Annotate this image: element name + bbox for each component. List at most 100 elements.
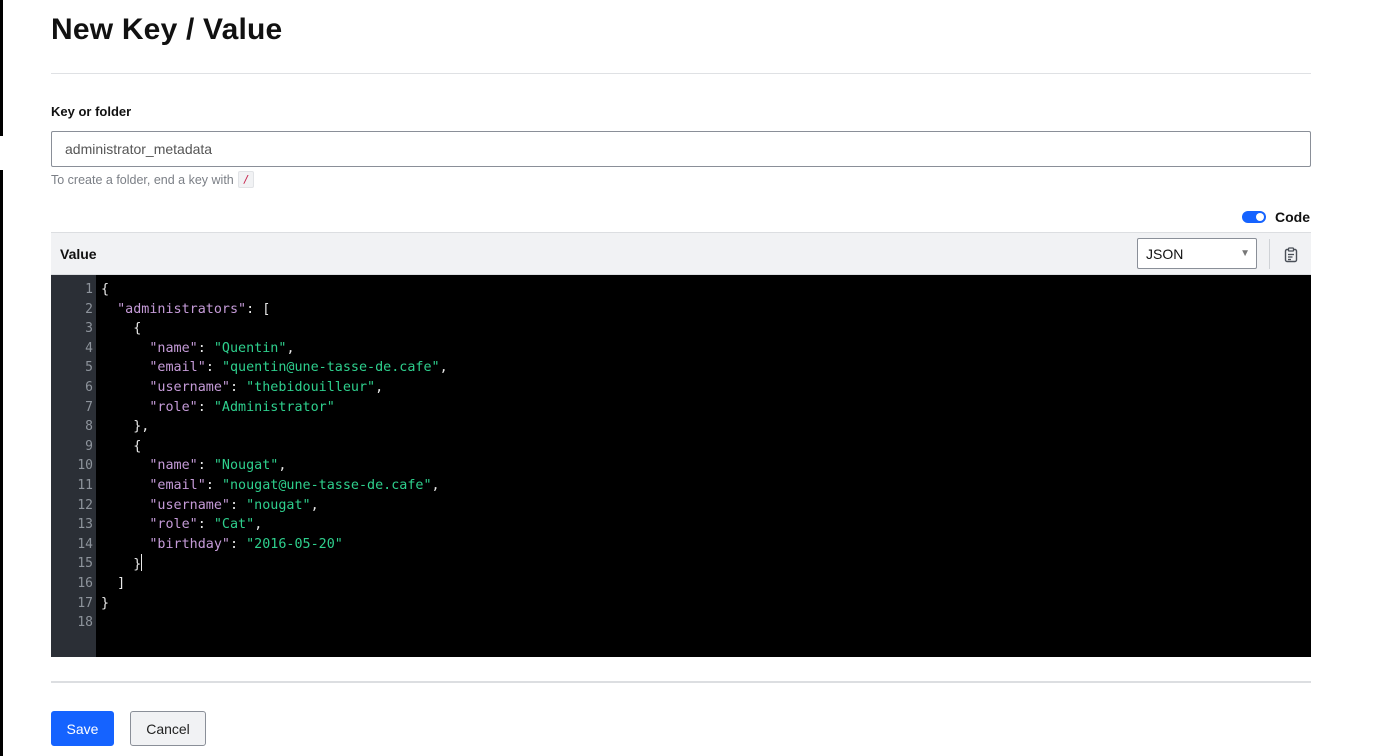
json-punctuation: , bbox=[286, 340, 295, 356]
divider bbox=[51, 681, 1311, 683]
line-number: 12 bbox=[77, 497, 93, 513]
code-line[interactable]: 5 "email": "quentin@une-tasse-de.cafe", bbox=[51, 358, 1311, 378]
json-punctuation bbox=[101, 517, 149, 532]
json-punctuation: , bbox=[278, 458, 287, 474]
json-punctuation bbox=[101, 341, 149, 356]
json-punctuation: : bbox=[205, 477, 222, 493]
code-line[interactable]: 1{ bbox=[51, 280, 1311, 300]
json-key: "email" bbox=[149, 360, 206, 376]
json-punctuation: : bbox=[197, 399, 214, 415]
chevron-down-icon: ▼ bbox=[1240, 248, 1250, 259]
code-line[interactable]: 9 { bbox=[51, 437, 1311, 457]
code-line[interactable]: 16 ] bbox=[51, 574, 1311, 594]
json-string: "nougat" bbox=[246, 497, 311, 513]
code-line[interactable]: 7 "role": "Administrator" bbox=[51, 398, 1311, 418]
line-text: "email": "nougat@une-tasse-de.cafe", bbox=[101, 476, 440, 496]
json-punctuation bbox=[101, 458, 149, 473]
line-number: 11 bbox=[77, 477, 93, 493]
json-punctuation: ] bbox=[101, 575, 126, 591]
code-toggle-label: Code bbox=[1275, 209, 1310, 225]
key-field-label: Key or folder bbox=[51, 104, 132, 119]
code-line[interactable]: 8 }, bbox=[51, 417, 1311, 437]
json-string: "Cat" bbox=[213, 517, 255, 533]
json-key: "administrators" bbox=[117, 301, 247, 317]
line-text: { bbox=[101, 437, 141, 457]
json-key: "username" bbox=[149, 379, 230, 395]
json-punctuation: }, bbox=[101, 419, 150, 435]
json-string: "quentin@une-tasse-de.cafe" bbox=[221, 360, 440, 376]
json-punctuation: , bbox=[431, 477, 440, 493]
json-punctuation: : [ bbox=[246, 301, 271, 317]
code-toggle[interactable]: Code bbox=[1242, 209, 1310, 225]
line-number: 15 bbox=[77, 556, 93, 572]
line-text: "name": "Nougat", bbox=[101, 456, 286, 476]
line-number: 13 bbox=[77, 517, 93, 533]
line-text: "birthday": "2016-05-20" bbox=[101, 535, 343, 555]
code-line[interactable]: 6 "username": "thebidouilleur", bbox=[51, 378, 1311, 398]
line-number: 18 bbox=[77, 615, 93, 631]
code-line[interactable]: 17} bbox=[51, 594, 1311, 614]
line-number: 6 bbox=[85, 379, 93, 395]
json-punctuation: : bbox=[230, 497, 247, 513]
json-punctuation: } bbox=[101, 595, 110, 611]
line-number: 3 bbox=[85, 321, 93, 337]
json-punctuation bbox=[101, 478, 149, 493]
language-select[interactable]: JSON ▼ bbox=[1137, 238, 1257, 269]
line-text: "name": "Quentin", bbox=[101, 339, 295, 359]
code-line[interactable]: 13 "role": "Cat", bbox=[51, 515, 1311, 535]
code-lines[interactable]: 1{2 "administrators": [3 {4 "name": "Que… bbox=[51, 280, 1311, 633]
save-button[interactable]: Save bbox=[51, 711, 114, 746]
json-key: "username" bbox=[149, 497, 230, 513]
json-punctuation: , bbox=[439, 360, 448, 376]
key-input[interactable] bbox=[51, 131, 1311, 167]
page-title: New Key / Value bbox=[51, 13, 283, 46]
line-text: } bbox=[101, 594, 109, 614]
toggle-switch[interactable] bbox=[1242, 211, 1266, 223]
json-string: "Administrator" bbox=[213, 399, 335, 415]
left-edge bbox=[0, 0, 3, 136]
json-punctuation: : bbox=[197, 340, 214, 356]
json-punctuation: { bbox=[101, 438, 142, 454]
copy-button[interactable] bbox=[1279, 243, 1303, 267]
line-number: 10 bbox=[77, 458, 93, 474]
json-punctuation: , bbox=[375, 379, 384, 395]
json-punctuation: : bbox=[197, 458, 214, 474]
help-text-label: To create a folder, end a key with bbox=[51, 172, 234, 187]
json-punctuation bbox=[101, 400, 149, 415]
line-number: 5 bbox=[85, 360, 93, 376]
code-line[interactable]: 18 bbox=[51, 613, 1311, 633]
line-number: 16 bbox=[77, 575, 93, 591]
code-line[interactable]: 3 { bbox=[51, 319, 1311, 339]
line-text: }, bbox=[101, 417, 149, 437]
json-key: "birthday" bbox=[149, 536, 230, 552]
line-text: "email": "quentin@une-tasse-de.cafe", bbox=[101, 358, 448, 378]
header-divider bbox=[1269, 239, 1270, 269]
line-number: 17 bbox=[77, 595, 93, 611]
code-editor[interactable]: 1{2 "administrators": [3 {4 "name": "Que… bbox=[51, 275, 1311, 657]
json-punctuation bbox=[101, 360, 149, 375]
json-key: "role" bbox=[149, 399, 198, 415]
json-punctuation bbox=[101, 537, 149, 552]
line-number: 4 bbox=[85, 340, 93, 356]
json-key: "email" bbox=[149, 477, 206, 493]
code-line[interactable]: 4 "name": "Quentin", bbox=[51, 339, 1311, 359]
editor-title: Value bbox=[60, 246, 97, 262]
code-line[interactable]: 12 "username": "nougat", bbox=[51, 496, 1311, 516]
code-line[interactable]: 15 } bbox=[51, 554, 1311, 574]
line-text: "username": "nougat", bbox=[101, 496, 318, 516]
json-punctuation: : bbox=[230, 379, 247, 395]
code-line[interactable]: 14 "birthday": "2016-05-20" bbox=[51, 535, 1311, 555]
left-edge bbox=[0, 170, 3, 756]
language-select-value: JSON bbox=[1146, 246, 1184, 262]
code-line[interactable]: 11 "email": "nougat@une-tasse-de.cafe", bbox=[51, 476, 1311, 496]
toggle-knob bbox=[1256, 213, 1264, 221]
text-cursor bbox=[141, 554, 143, 572]
line-text: "role": "Cat", bbox=[101, 515, 262, 535]
key-help-text: To create a folder, end a key with / bbox=[51, 171, 255, 188]
cancel-button[interactable]: Cancel bbox=[130, 711, 206, 746]
json-key: "name" bbox=[149, 458, 198, 474]
code-line[interactable]: 10 "name": "Nougat", bbox=[51, 456, 1311, 476]
line-text: { bbox=[101, 280, 109, 300]
code-line[interactable]: 2 "administrators": [ bbox=[51, 300, 1311, 320]
line-number: 1 bbox=[85, 282, 93, 297]
